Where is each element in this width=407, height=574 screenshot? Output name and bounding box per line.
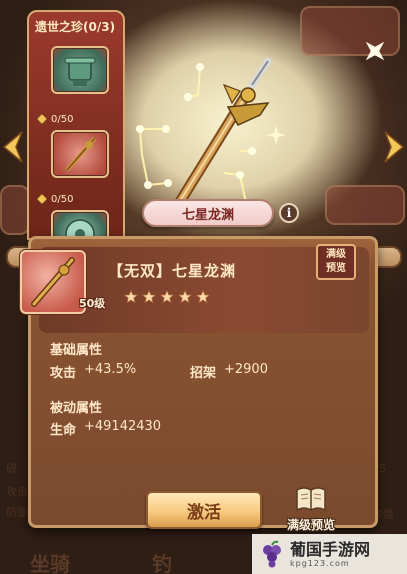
bg-peek-text: 攻击 xyxy=(6,485,28,498)
passive-attributes-label: 被动属性 xyxy=(50,401,103,416)
slot-count-1: 0/50 xyxy=(36,112,121,126)
close-icon[interactable] xyxy=(360,36,390,66)
stat-name: 生命 xyxy=(50,423,77,438)
watermark-text: 葡国手游网 kpg123.com xyxy=(290,539,371,568)
collection-title: 遗世之珍(0/3) xyxy=(35,20,116,34)
bg-card xyxy=(325,185,405,225)
collection-slot-2[interactable] xyxy=(51,130,109,178)
star-icon xyxy=(124,290,138,304)
shard-icon xyxy=(36,193,48,205)
stat-name: 招架 xyxy=(190,366,217,381)
jade-vessel-icon xyxy=(64,57,96,86)
stat-value: +43.5% xyxy=(84,362,137,377)
item-level: 50级 xyxy=(79,297,106,310)
shard-icon xyxy=(36,113,48,125)
stat-name: 攻击 xyxy=(50,366,77,381)
item-title: 【无双】七星龙渊 xyxy=(108,262,237,280)
collection-panel: 遗世之珍(0/3) 0/50 0/50 xyxy=(27,10,125,240)
book-icon xyxy=(296,487,326,512)
activate-button[interactable]: 激活 xyxy=(146,491,262,529)
weapon-name-banner: 七星龙渊 xyxy=(142,199,274,227)
stat-value: +49142430 xyxy=(84,419,162,434)
star-rating xyxy=(124,290,210,304)
bg-peek-text: 破 xyxy=(6,462,17,475)
dragon-sword-icon xyxy=(31,257,75,307)
collection-slot-1[interactable] xyxy=(51,46,109,94)
grape-logo-icon xyxy=(263,540,281,568)
weapon-art-icon xyxy=(136,57,286,211)
watermark-url: kpg123.com xyxy=(290,558,350,568)
star-icon xyxy=(160,290,174,304)
star-icon xyxy=(196,290,210,304)
bg-peek-text: 防御 xyxy=(6,506,28,519)
bg-card xyxy=(0,185,30,235)
max-level-preview-button[interactable]: 满级预览 xyxy=(278,484,344,534)
watermark: 葡国手游网 kpg123.com xyxy=(252,534,407,574)
item-icon-frame xyxy=(20,250,86,314)
star-icon xyxy=(142,290,156,304)
next-arrow-icon[interactable] xyxy=(383,130,405,164)
base-attributes-label: 基础属性 xyxy=(50,343,103,358)
slot-count-2: 0/50 xyxy=(36,192,121,206)
bg-bottom-tab: 坐骑 xyxy=(30,552,70,574)
watermark-name: 葡国手游网 xyxy=(290,539,371,559)
bg-bottom-tab: 钓 xyxy=(152,552,172,574)
stat-value: +2900 xyxy=(224,362,268,377)
max-level-preview-tag[interactable]: 满级 预览 xyxy=(316,244,356,280)
preview-label: 满级预览 xyxy=(286,518,335,532)
info-button[interactable]: i xyxy=(279,203,299,223)
prev-arrow-icon[interactable] xyxy=(2,130,24,164)
star-icon xyxy=(178,290,192,304)
dragon-sword-icon xyxy=(65,136,97,172)
